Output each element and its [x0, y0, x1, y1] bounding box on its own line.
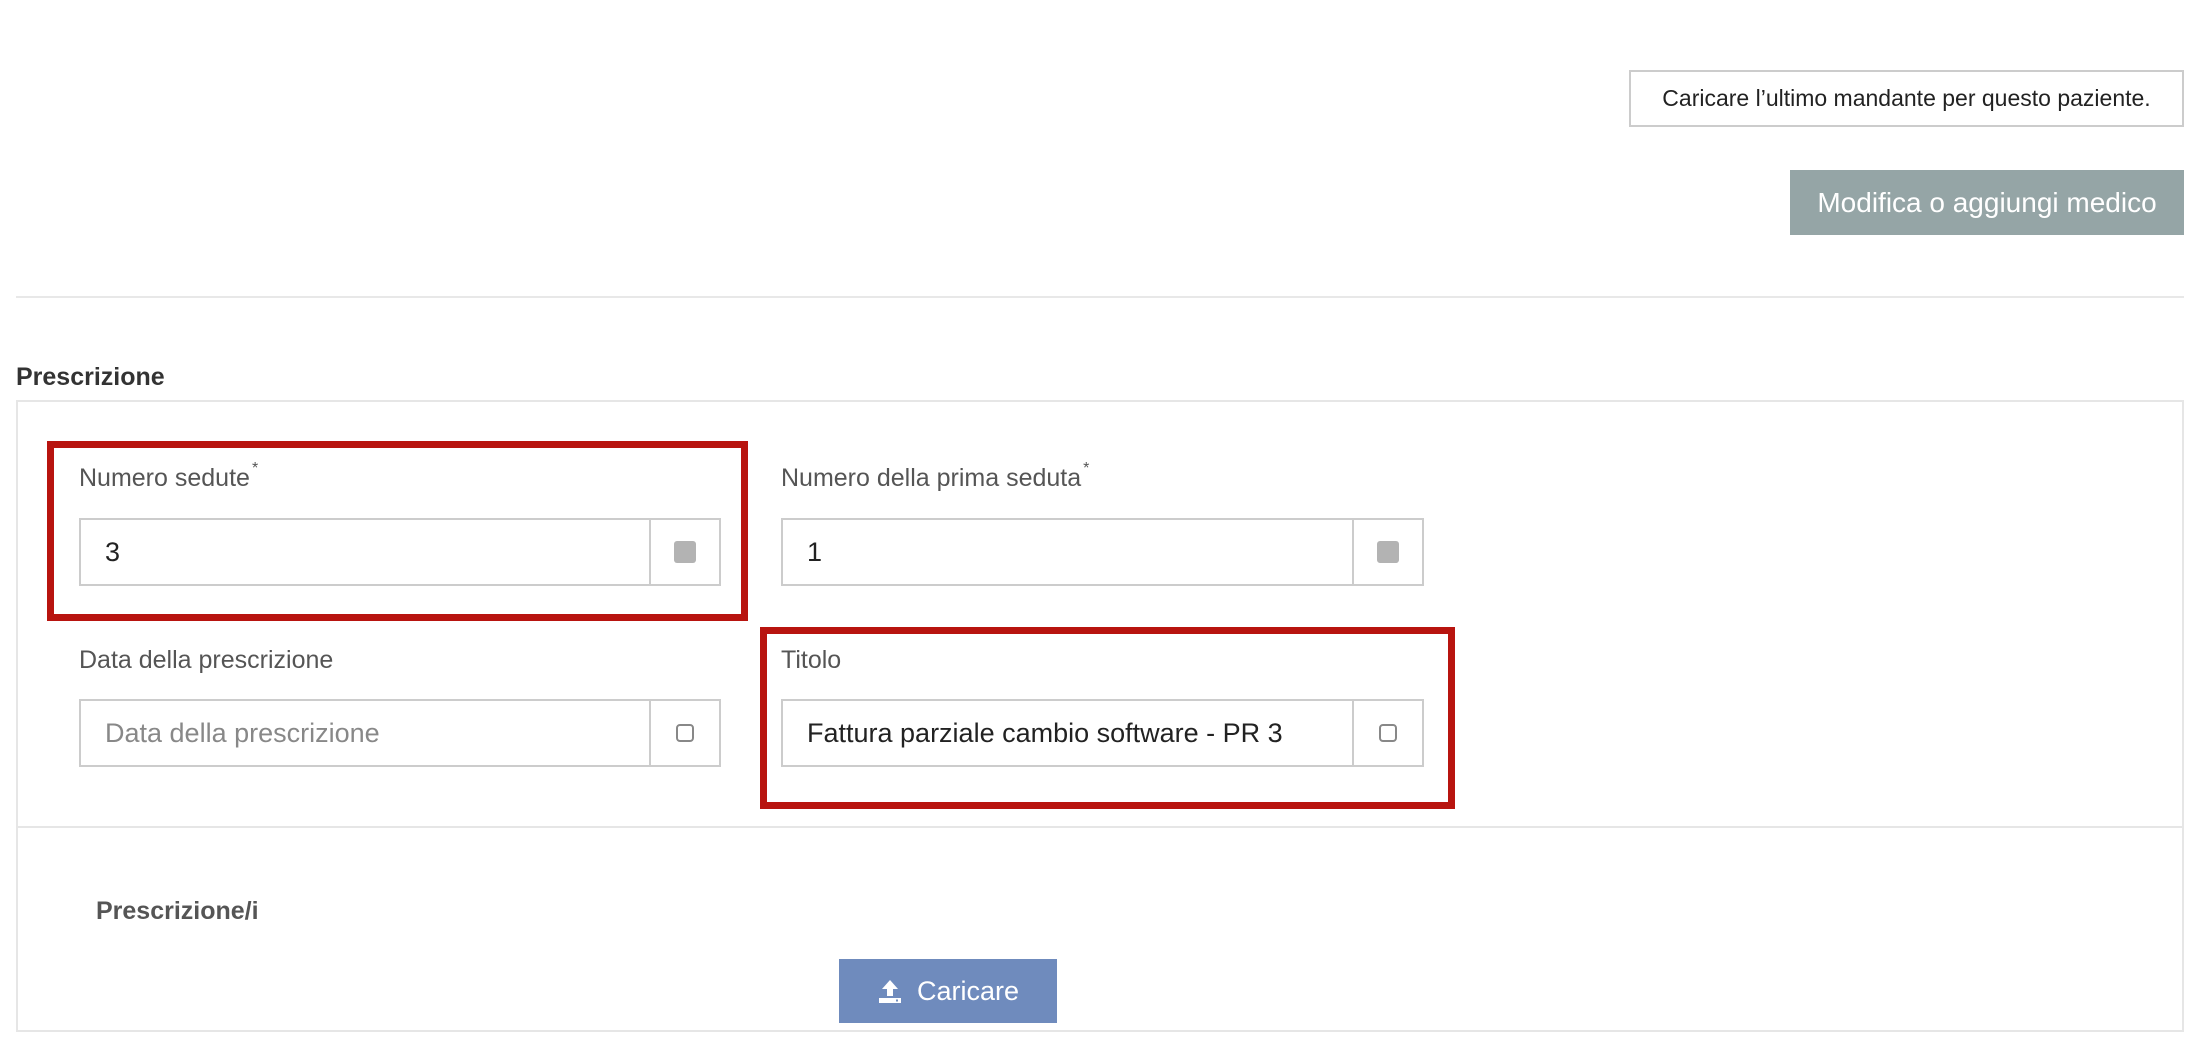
titolo-input[interactable]: [783, 701, 1352, 765]
numero-prima-seduta-group: [781, 518, 1424, 586]
square-outline-icon: [676, 724, 694, 742]
required-mark: *: [1083, 460, 1090, 477]
upload-button-label: Caricare: [916, 975, 1020, 1006]
numero-sedute-label: Numero sedute *: [79, 460, 259, 492]
data-prescrizione-addon[interactable]: [649, 701, 719, 765]
numero-prima-seduta-label: Numero della prima seduta *: [781, 460, 1090, 492]
upload-button[interactable]: Caricare: [839, 959, 1057, 1023]
titolo-label: Titolo: [781, 646, 842, 674]
prescription-panel: Numero sedute* Numero della prima seduta…: [16, 400, 2184, 1032]
numero-prima-seduta-addon[interactable]: [1352, 520, 1422, 584]
upload-icon: [877, 978, 903, 1004]
numero-sedute-group: [79, 518, 721, 586]
titolo-group: [781, 699, 1424, 767]
numero-sedute-input[interactable]: [81, 520, 649, 584]
prescription-section-title: Prescrizione: [16, 363, 165, 391]
panel-divider: [18, 826, 2182, 828]
section-divider: [16, 296, 2184, 298]
square-filled-icon: [1377, 541, 1399, 563]
prescription-page: Caricare l’ultimo mandante per questo pa…: [0, 0, 2198, 1052]
data-prescrizione-group: [79, 699, 721, 767]
square-outline-icon: [1379, 724, 1397, 742]
titolo-addon[interactable]: [1352, 701, 1422, 765]
numero-sedute-addon[interactable]: [649, 520, 719, 584]
attachments-title: Prescrizione/i: [96, 897, 259, 925]
load-last-mandante-button[interactable]: Caricare l’ultimo mandante per questo pa…: [1629, 70, 2184, 127]
numero-prima-seduta-input[interactable]: [783, 520, 1352, 584]
edit-doctor-button[interactable]: Modifica o aggiungi medico: [1790, 170, 2184, 235]
data-prescrizione-label: Data della prescrizione: [79, 646, 334, 674]
square-filled-icon: [674, 541, 696, 563]
required-mark: *: [251, 460, 259, 477]
data-prescrizione-input[interactable]: [81, 701, 649, 765]
